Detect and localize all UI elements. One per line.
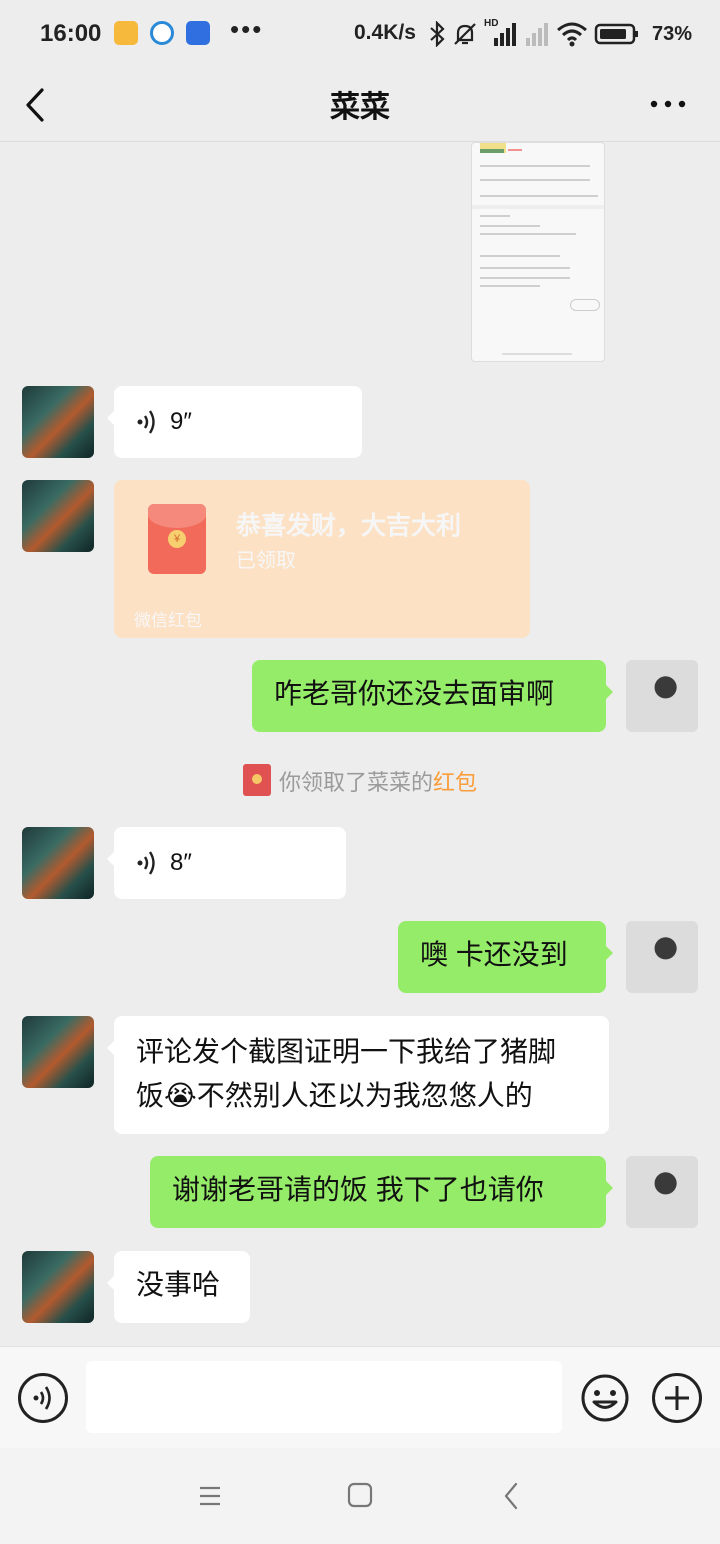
crying-emoji-icon: 😭 (164, 1080, 197, 1111)
red-packet-footer: 微信红包 (134, 611, 202, 630)
voice-duration: 9″ (170, 408, 192, 435)
red-packet-title: 恭喜发财，大吉大利 (236, 512, 462, 540)
chat-header: 菜菜 (0, 68, 720, 142)
my-avatar[interactable] (626, 1156, 698, 1228)
emoji-icon[interactable] (580, 1373, 630, 1423)
voice-wave-icon (137, 851, 155, 875)
wifi-icon (557, 22, 587, 47)
status-bar: 16:00 ••• 0.4K/s HD 73% (0, 0, 720, 68)
message-text-line-2: 饭😭不然别人还以为我忽悠人的 (136, 1080, 533, 1111)
my-avatar[interactable] (626, 660, 698, 732)
my-avatar[interactable] (626, 921, 698, 993)
more-notifications-icon: ••• (230, 14, 264, 44)
contact-avatar[interactable] (22, 1016, 94, 1088)
my-message[interactable]: 噢 卡还没到 (398, 921, 613, 993)
home-icon[interactable] (340, 1478, 380, 1514)
message-text: 没事哈 (136, 1269, 221, 1300)
input-bar (0, 1346, 720, 1448)
message-text: 咋老哥你还没去面审啊 (274, 678, 555, 709)
my-message[interactable]: 谢谢老哥请的饭 我下了也请你 (150, 1156, 613, 1228)
back-nav-icon[interactable] (492, 1478, 532, 1514)
signal-hd-icon: HD (484, 18, 518, 48)
red-packet-link[interactable]: 红包 (433, 770, 477, 795)
contact-message[interactable]: 没事哈 (107, 1251, 250, 1323)
voice-mode-icon[interactable] (18, 1373, 68, 1423)
message-input[interactable] (86, 1361, 562, 1433)
signal-empty-icon (526, 23, 548, 46)
message-text: 噢 卡还没到 (420, 939, 568, 970)
system-nav-bar (0, 1448, 720, 1544)
contact-avatar[interactable] (22, 1251, 94, 1323)
system-notice: 你领取了菜菜的红包 (0, 764, 720, 797)
network-speed: 0.4K/s (354, 21, 416, 44)
image-message[interactable] (471, 142, 605, 362)
battery-icon (594, 23, 638, 45)
notes-app-icon (114, 21, 138, 45)
baidu-notification-icon (186, 21, 210, 45)
voice-message[interactable]: 8″ (107, 827, 346, 899)
chat-title: 菜菜 (330, 91, 390, 124)
mute-bell-icon (454, 23, 476, 45)
red-packet-icon: ¥ (148, 504, 206, 574)
menu-icon[interactable] (190, 1478, 230, 1514)
status-time: 16:00 (40, 20, 102, 47)
bluetooth-icon (430, 21, 445, 47)
battery-percent: 73% (652, 23, 693, 45)
contact-avatar[interactable] (22, 480, 94, 552)
system-notice-text: 你领取了菜菜的 (278, 770, 433, 795)
contact-message[interactable]: 评论发个截图证明一下我给了猪脚 饭😭不然别人还以为我忽悠人的 (107, 1016, 609, 1134)
plus-icon[interactable] (652, 1373, 702, 1423)
contact-avatar[interactable] (22, 386, 94, 458)
voice-wave-icon (137, 410, 155, 434)
app-notification-icon (150, 21, 174, 45)
message-text: 谢谢老哥请的饭 我下了也请你 (172, 1174, 544, 1205)
red-packet-message[interactable]: ¥ 恭喜发财，大吉大利 已领取 微信红包 (114, 480, 530, 638)
red-packet-status: 已领取 (236, 550, 296, 572)
voice-message[interactable]: 9″ (107, 386, 362, 458)
more-dots-icon[interactable] (646, 84, 690, 124)
voice-duration: 8″ (170, 849, 192, 876)
contact-avatar[interactable] (22, 827, 94, 899)
message-text-line-1: 评论发个截图证明一下我给了猪脚 (136, 1036, 557, 1067)
red-packet-mini-icon (242, 764, 271, 796)
status-icons: HD (428, 18, 640, 50)
my-message[interactable]: 咋老哥你还没去面审啊 (252, 660, 613, 732)
